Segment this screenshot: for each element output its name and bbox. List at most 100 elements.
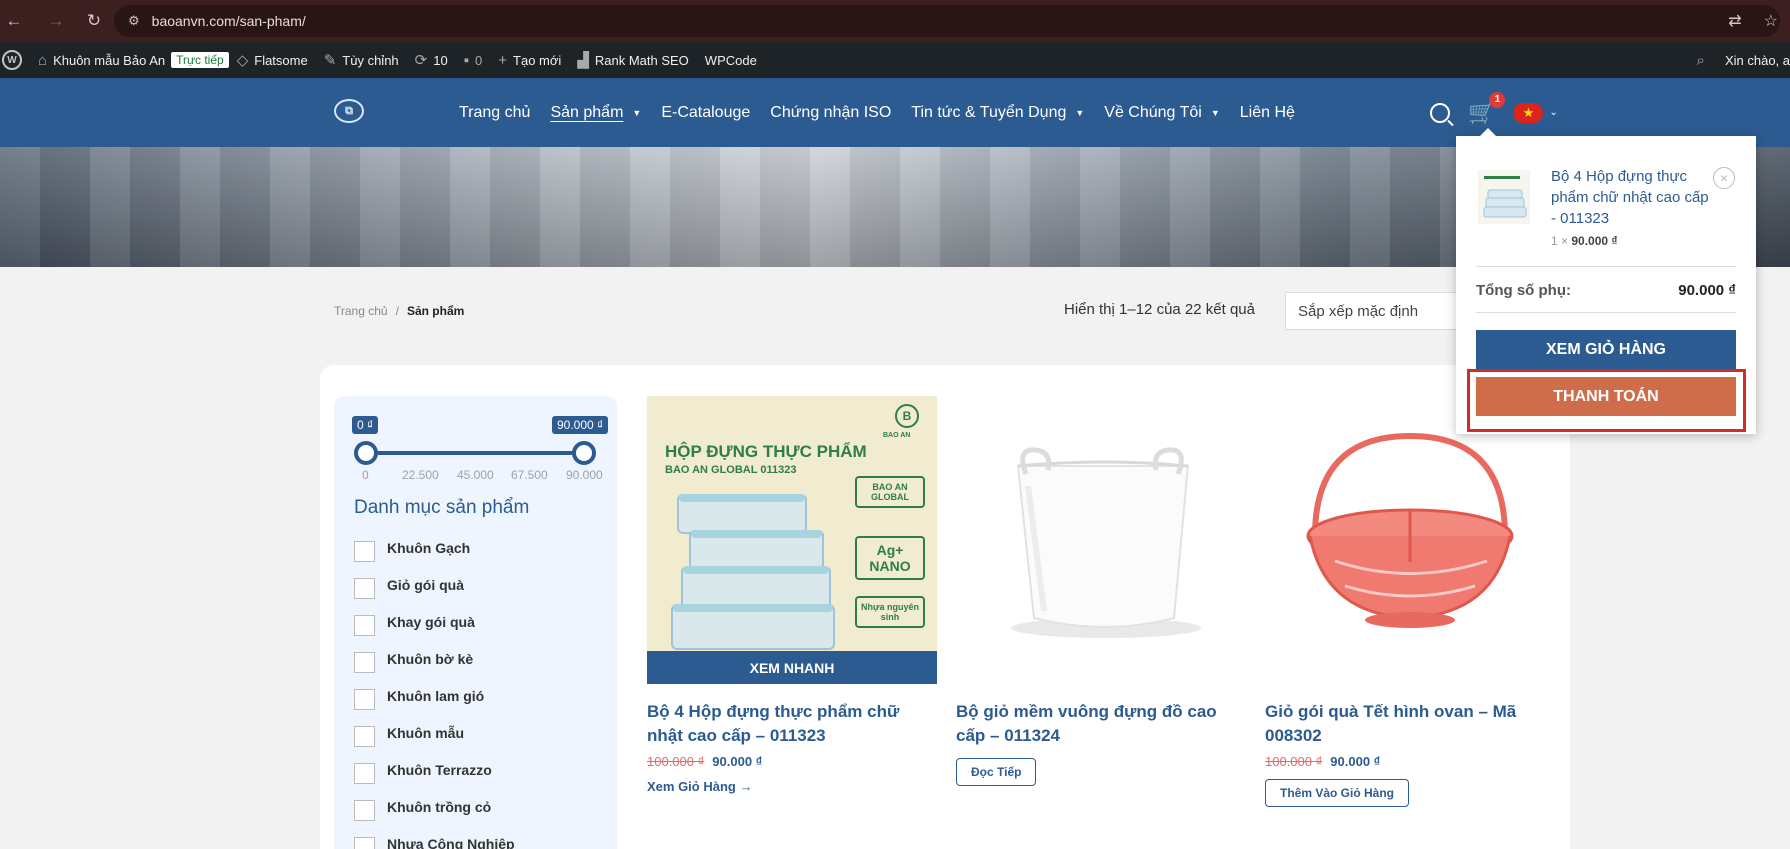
category-checkbox[interactable] bbox=[354, 800, 375, 821]
view-cart-button[interactable]: XEM GIỎ HÀNG bbox=[1476, 330, 1736, 370]
forward-icon[interactable]: → bbox=[42, 7, 70, 35]
wp-admin-bar: W ⌂ Khuôn mẫu Bảo An Trực tiếp ◇ Flatsom… bbox=[0, 42, 1790, 78]
chevron-down-icon[interactable]: ⌄ bbox=[1549, 107, 1557, 118]
category-label: Khuôn trồng cỏ bbox=[387, 799, 492, 815]
category-checkbox[interactable] bbox=[354, 652, 375, 673]
result-count: Hiển thị 1–12 của 22 kết quả bbox=[1064, 301, 1255, 318]
nav-item-label: Chứng nhận ISO bbox=[770, 103, 892, 121]
admin-rank-math[interactable]: ▟ Rank Math SEO bbox=[577, 51, 688, 69]
live-badge: Trực tiếp bbox=[171, 52, 229, 68]
admin-new[interactable]: + Tạo mới bbox=[498, 52, 561, 69]
address-bar[interactable]: ⚙ baoanvn.com/san-pham/ bbox=[114, 5, 1780, 37]
search-icon[interactable] bbox=[1430, 102, 1450, 123]
category-label: Khuôn mẫu bbox=[387, 725, 464, 741]
category-item[interactable]: Khuôn mẫu bbox=[354, 720, 594, 757]
subtotal-label: Tổng số phụ: bbox=[1476, 282, 1571, 299]
category-item[interactable]: Khuôn trồng cỏ bbox=[354, 794, 594, 831]
reload-icon[interactable]: ↻ bbox=[80, 7, 108, 35]
product-title[interactable]: Bộ giỏ mềm vuông đựng đồ cao cấp – 01132… bbox=[956, 700, 1246, 748]
site-logo[interactable]: ⧉ bbox=[334, 99, 364, 123]
price-slider-max-handle[interactable] bbox=[572, 441, 596, 465]
product-title[interactable]: Bộ 4 Hộp đựng thực phẩm chữ nhật cao cấp… bbox=[647, 700, 937, 748]
category-item[interactable]: Khuôn Gạch bbox=[354, 535, 594, 572]
nav-item-0[interactable]: Trang chủ bbox=[459, 104, 530, 122]
caret-down-icon: ▼ bbox=[632, 107, 642, 118]
price-max-tag: 90.000 ₫ bbox=[552, 416, 609, 434]
category-label: Khuôn Terrazzo bbox=[387, 762, 492, 778]
remove-item-icon[interactable]: × bbox=[1713, 167, 1735, 189]
translate-icon[interactable]: ⇄ bbox=[1728, 11, 1741, 31]
category-checkbox[interactable] bbox=[354, 837, 375, 849]
category-label: Khuôn bờ kè bbox=[387, 651, 474, 667]
container-lid bbox=[673, 604, 833, 612]
breadcrumb-home[interactable]: Trang chủ bbox=[334, 304, 388, 318]
divider bbox=[1476, 312, 1736, 313]
view-cart-link[interactable]: Xem Giỏ Hàng → bbox=[647, 779, 937, 794]
white-basket-image bbox=[1011, 447, 1201, 638]
cart-count-badge: 1 bbox=[1489, 91, 1506, 108]
category-item[interactable]: Giỏ gói quà bbox=[354, 572, 594, 609]
wordpress-logo-icon[interactable]: W bbox=[2, 50, 22, 70]
feature-badge-2: Ag+ NANO bbox=[855, 536, 925, 580]
updates-icon: ⟳ bbox=[414, 52, 428, 69]
quick-view-button[interactable]: XEM NHANH bbox=[647, 651, 937, 684]
price-slider-track[interactable] bbox=[366, 451, 584, 455]
sale-price: 90.000 ₫ bbox=[712, 754, 763, 769]
old-price: 100.000 ₫ bbox=[647, 754, 705, 769]
sort-select[interactable]: Sắp xếp mặc định bbox=[1285, 292, 1485, 330]
bookmark-star-icon[interactable]: ☆ bbox=[1764, 11, 1778, 31]
admin-greeting[interactable]: Xin chào, a bbox=[1725, 53, 1790, 68]
product-title[interactable]: Giỏ gói quà Tết hình ovan – Mã 008302 bbox=[1265, 700, 1555, 748]
site-info-icon[interactable]: ⚙ bbox=[128, 13, 140, 29]
container-lid bbox=[683, 566, 829, 574]
admin-wpcode[interactable]: WPCode bbox=[705, 53, 757, 68]
category-item[interactable]: Nhựa Công Nghiệp bbox=[354, 831, 594, 849]
price-slider-min-handle[interactable] bbox=[354, 441, 378, 465]
nav-item-6[interactable]: Liên Hệ bbox=[1240, 104, 1295, 122]
red-oval-basket-image bbox=[1306, 432, 1514, 628]
category-item[interactable]: Khay gói quà bbox=[354, 609, 594, 646]
mini-cart-thumbnail[interactable] bbox=[1478, 170, 1530, 224]
container-lid bbox=[679, 494, 805, 502]
comment-icon: ▪ bbox=[463, 51, 470, 69]
read-more-button[interactable]: Đọc Tiếp bbox=[956, 758, 1037, 786]
category-checkbox[interactable] bbox=[354, 689, 375, 710]
category-checkbox[interactable] bbox=[354, 763, 375, 784]
nav-item-1[interactable]: Sản phẩm ▼ bbox=[550, 104, 641, 122]
product-image-2[interactable] bbox=[956, 396, 1246, 684]
admin-search-icon[interactable]: ⌕ bbox=[1697, 52, 1705, 69]
nav-item-5[interactable]: Về Chúng Tôi ▼ bbox=[1104, 104, 1219, 122]
category-checkbox[interactable] bbox=[354, 541, 375, 562]
image-brand-text: BAO AN bbox=[883, 432, 911, 439]
feature-badge-3: Nhựa nguyên sinh bbox=[855, 596, 925, 628]
category-checkbox[interactable] bbox=[354, 578, 375, 599]
admin-updates[interactable]: ⟳ 10 bbox=[415, 51, 448, 69]
nav-item-2[interactable]: E-Catalouge bbox=[661, 104, 750, 122]
add-to-cart-button[interactable]: Thêm Vào Giỏ Hàng bbox=[1265, 779, 1410, 807]
product-image-1[interactable]: B BAO AN HỘP ĐỰNG THỰC PHẨM BAO AN GLOBA… bbox=[647, 396, 937, 684]
product-image-3[interactable] bbox=[1265, 396, 1555, 684]
category-item[interactable]: Khuôn lam gió bbox=[354, 683, 594, 720]
admin-comments[interactable]: ▪ 0 bbox=[464, 52, 483, 69]
nav-item-label: Trang chủ bbox=[459, 103, 531, 121]
divider bbox=[1476, 266, 1736, 267]
category-checkbox[interactable] bbox=[354, 726, 375, 747]
cart-icon[interactable]: 🛒 1 bbox=[1468, 91, 1506, 124]
category-checkbox[interactable] bbox=[354, 615, 375, 636]
admin-site-name[interactable]: ⌂ Khuôn mẫu Bảo An Trực tiếp bbox=[38, 52, 229, 69]
brush-icon: ✎ bbox=[323, 52, 337, 69]
vietnam-flag-icon[interactable]: ★ bbox=[1513, 102, 1544, 123]
admin-theme-flatsome[interactable]: ◇ Flatsome bbox=[237, 51, 308, 69]
category-label: Giỏ gói quà bbox=[387, 577, 464, 593]
nav-item-4[interactable]: Tin tức & Tuyển Dụng ▼ bbox=[911, 104, 1084, 122]
admin-customize[interactable]: ✎ Tùy chỉnh bbox=[324, 51, 399, 69]
product-card-3: Giỏ gói quà Tết hình ovan – Mã 008302 10… bbox=[1265, 396, 1555, 807]
mini-cart-item-name[interactable]: Bộ 4 Hộp đựng thực phẩm chữ nhật cao cấp… bbox=[1551, 166, 1711, 229]
url-text: baoanvn.com/san-pham/ bbox=[151, 13, 306, 29]
category-label: Khuôn lam gió bbox=[387, 688, 485, 704]
category-item[interactable]: Khuôn bờ kè bbox=[354, 646, 594, 683]
nav-item-3[interactable]: Chứng nhận ISO bbox=[770, 104, 891, 122]
old-price: 100.000 ₫ bbox=[1265, 754, 1323, 769]
category-item[interactable]: Khuôn Terrazzo bbox=[354, 757, 594, 794]
back-icon[interactable]: ← bbox=[0, 7, 28, 35]
